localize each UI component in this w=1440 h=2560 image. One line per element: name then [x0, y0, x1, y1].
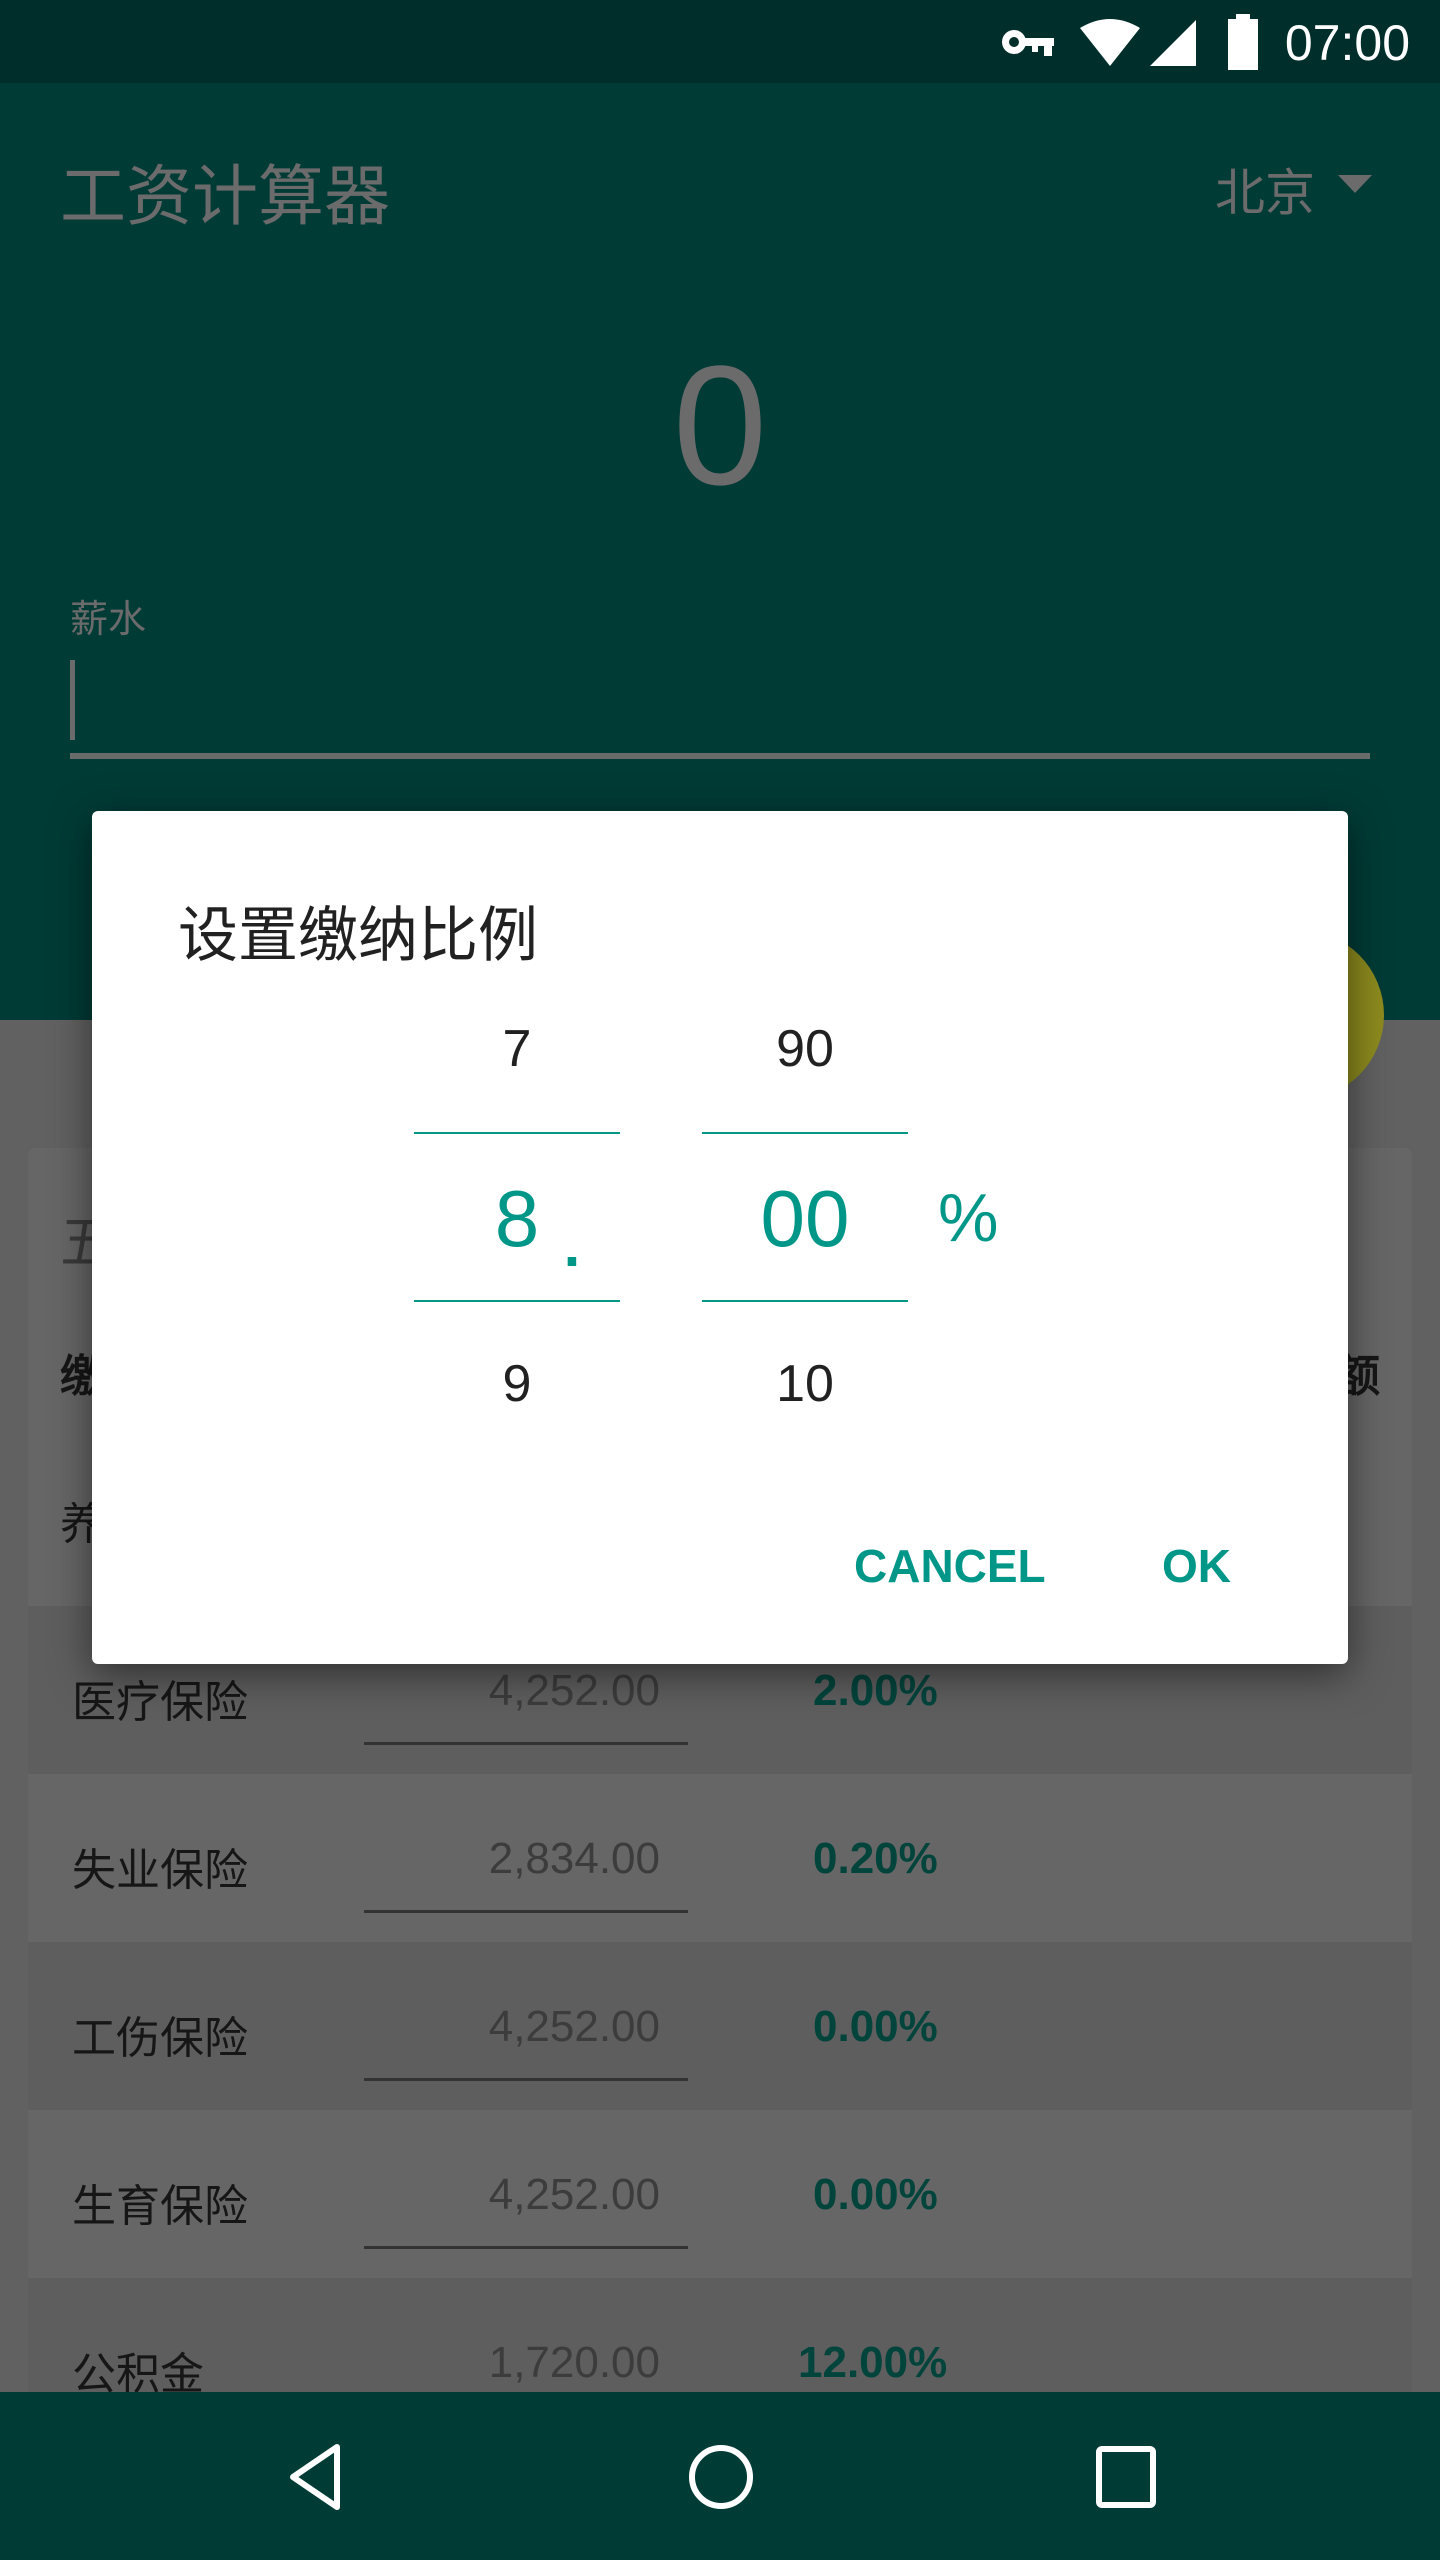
rate-value[interactable]: 12.00% — [798, 2338, 947, 2388]
rate-value[interactable]: 0.20% — [813, 1834, 938, 1884]
recents-icon[interactable] — [1095, 2445, 1157, 2509]
status-bar: 07:00 — [0, 0, 1440, 83]
picker-divider — [414, 1132, 620, 1134]
row-name: 工伤保险 — [72, 2014, 248, 2063]
base-underline — [364, 2246, 688, 2249]
percent-unit: % — [938, 1180, 999, 1256]
decimal-point: . — [563, 1212, 581, 1279]
base-input[interactable]: 1,720.00 — [489, 2338, 660, 2388]
ok-button[interactable]: OK — [1162, 1539, 1231, 1593]
net-salary-result: 0 — [672, 331, 768, 521]
table-row: 工伤保险 4,252.00 0.00% — [28, 1942, 1412, 2110]
row-name: 生育保险 — [72, 2182, 248, 2231]
integer-picker[interactable]: 8 — [414, 1173, 620, 1265]
rate-value[interactable]: 0.00% — [813, 2002, 938, 2052]
cancel-button[interactable]: CANCEL — [854, 1539, 1046, 1593]
home-icon[interactable] — [686, 2442, 756, 2512]
battery-icon — [1228, 14, 1258, 70]
vpn-key-icon — [1002, 30, 1054, 56]
picker-divider — [414, 1300, 620, 1302]
salary-label: 薪水 — [70, 599, 147, 641]
salary-input-underline — [70, 753, 1370, 759]
rate-value[interactable]: 0.00% — [813, 2170, 938, 2220]
dialog-title: 设置缴纳比例 — [178, 902, 538, 969]
integer-next[interactable]: 9 — [414, 1354, 620, 1414]
base-input[interactable]: 2,834.00 — [489, 1834, 660, 1884]
picker-divider — [702, 1300, 908, 1302]
app-title: 工资计算器 — [60, 159, 390, 233]
fraction-picker[interactable]: 00 — [702, 1173, 908, 1265]
city-dropdown[interactable]: 北京 — [1215, 153, 1315, 225]
clock: 07:00 — [1284, 15, 1410, 71]
row-name: 失业保险 — [72, 1846, 248, 1895]
base-underline — [364, 1742, 688, 1745]
base-input[interactable]: 4,252.00 — [489, 1666, 660, 1716]
table-row: 失业保险 2,834.00 0.20% — [28, 1774, 1412, 1942]
integer-prev[interactable]: 7 — [414, 1019, 620, 1079]
base-underline — [364, 2078, 688, 2081]
fraction-next[interactable]: 10 — [702, 1354, 908, 1414]
back-icon[interactable] — [285, 2442, 345, 2512]
chevron-down-icon[interactable] — [1338, 175, 1372, 193]
rate-value[interactable]: 2.00% — [813, 1666, 938, 1716]
base-input[interactable]: 4,252.00 — [489, 2002, 660, 2052]
table-row: 生育保险 4,252.00 0.00% — [28, 2110, 1412, 2278]
base-underline — [364, 1910, 688, 1913]
base-input[interactable]: 4,252.00 — [489, 2170, 660, 2220]
row-name: 医疗保险 — [72, 1678, 248, 1727]
rate-picker-dialog: 设置缴纳比例 7 8 9 . 90 00 10 % CANCEL OK — [92, 811, 1348, 1664]
signal-icon — [1150, 20, 1196, 66]
wifi-icon — [1080, 19, 1140, 66]
fraction-prev[interactable]: 90 — [702, 1019, 908, 1079]
navigation-bar — [0, 2392, 1440, 2560]
picker-divider — [702, 1132, 908, 1134]
salary-input[interactable] — [70, 660, 1370, 750]
